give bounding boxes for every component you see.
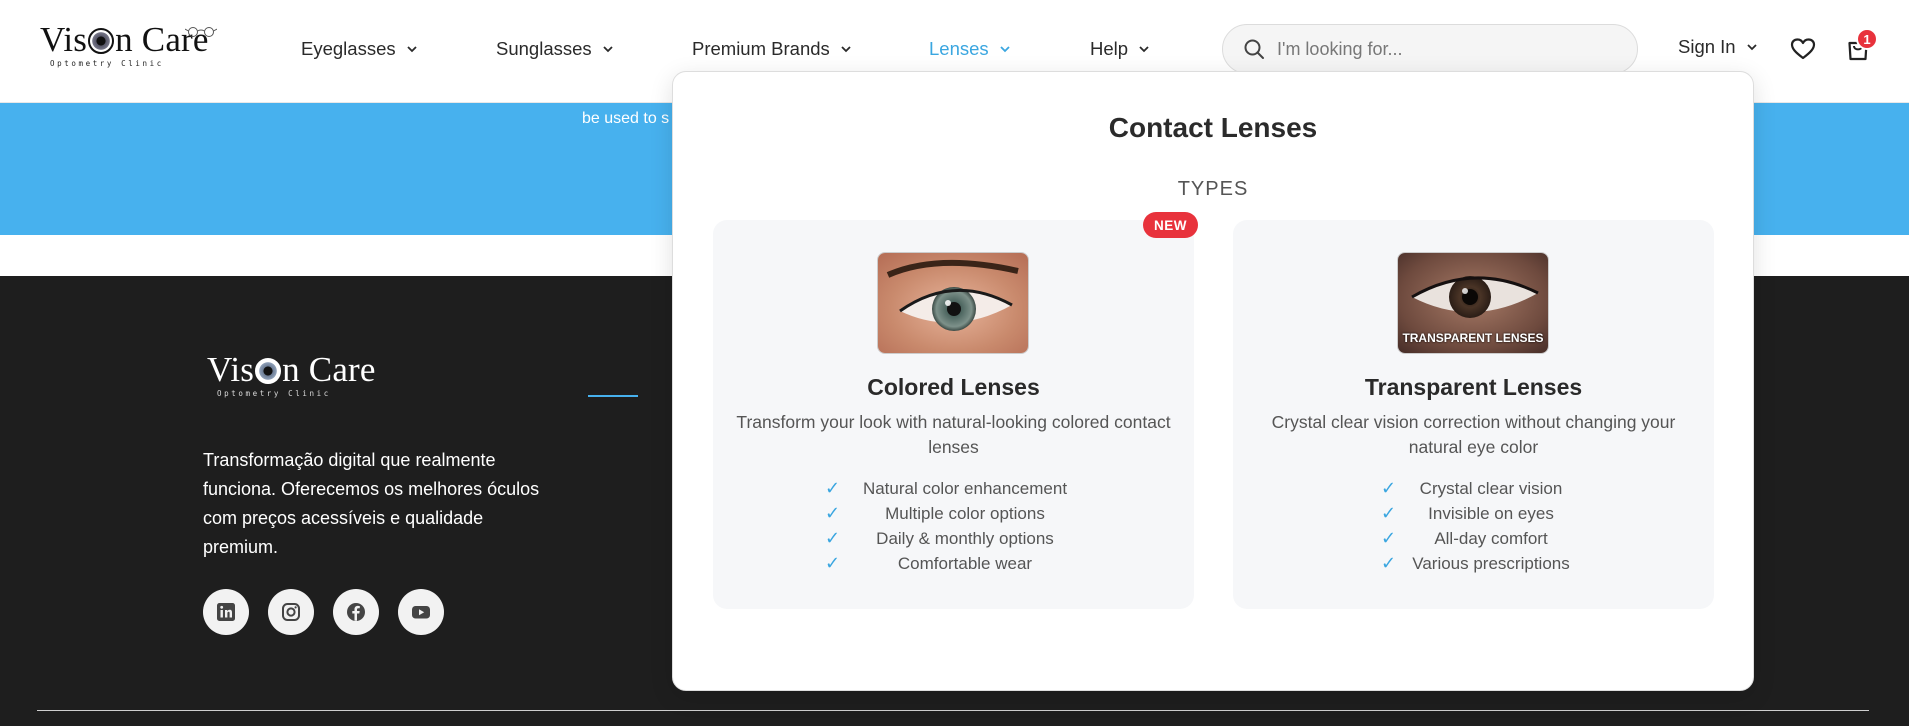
feature-item: ✓ Daily & monthly options [825, 528, 1054, 548]
facebook-button[interactable] [333, 589, 379, 635]
checkmark-icon: ✓ [1381, 528, 1397, 548]
colored-lenses-card[interactable]: Colored Lenses Transform your look with … [713, 220, 1194, 609]
card-title: Transparent Lenses [1364, 374, 1583, 400]
feature-item: ✓ Multiple color options [825, 503, 1045, 523]
brand-tagline: Optometry Clinic [217, 389, 331, 398]
youtube-button[interactable] [398, 589, 444, 635]
nav-sunglasses-label: Sunglasses [496, 38, 592, 59]
sign-in-label: Sign In [1678, 36, 1736, 57]
new-badge: NEW [1143, 212, 1198, 238]
card-description: Crystal clear vision correction without … [1271, 412, 1676, 457]
nav-premium-brands-label: Premium Brands [692, 38, 830, 59]
facebook-icon [347, 603, 365, 621]
checkmark-icon: ✓ [825, 503, 841, 523]
footer-divider [37, 710, 1869, 711]
transparent-lens-image: TRANSPARENT LENSES [1397, 252, 1549, 354]
feature-item: ✓ Various prescriptions [1381, 553, 1570, 573]
nav-premium-brands[interactable]: Premium Brands [692, 36, 852, 62]
card-title: Colored Lenses [867, 374, 1040, 400]
dropdown-subtitle: TYPES [1177, 178, 1249, 200]
footer-logo[interactable]: Vis n Care Optometry Clinic [207, 352, 376, 398]
transparent-lenses-card[interactable]: TRANSPARENT LENSES Transparent Lenses Cr… [1233, 220, 1714, 609]
cart-count-badge: 1 [1856, 28, 1878, 50]
checkmark-icon: ✓ [825, 478, 841, 498]
hero-text-line: be used to s [582, 110, 670, 127]
feature-item: ✓ Crystal clear vision [1381, 478, 1563, 498]
lenses-dropdown-menu: Contact Lenses TYPES Colored Lenses Tran… [672, 71, 1754, 691]
nav-sunglasses[interactable]: Sunglasses [496, 36, 614, 62]
chevron-down-icon [1000, 46, 1010, 53]
brand-name: Vis n Care [207, 350, 376, 389]
search-input[interactable] [1277, 38, 1617, 60]
feature-item: ✓ All-day comfort [1381, 528, 1548, 548]
chevron-down-icon [841, 46, 851, 53]
nav-lenses[interactable]: Lenses [929, 36, 1011, 62]
nav-eyeglasses[interactable]: Eyeglasses [301, 36, 418, 62]
checkmark-icon: ✓ [825, 528, 841, 548]
search-bar [1222, 24, 1638, 74]
nav-eyeglasses-label: Eyeglasses [301, 38, 396, 59]
image-label: TRANSPARENT LENSES [1402, 331, 1544, 345]
feature-item: ✓ Natural color enhancement [825, 478, 1068, 498]
nav-lenses-label: Lenses [929, 38, 989, 59]
nav-help[interactable]: Help [1090, 36, 1150, 62]
checkmark-icon: ✓ [1381, 503, 1397, 523]
chevron-down-icon [1139, 46, 1149, 53]
card-description: Transform your look with natural-looking… [736, 412, 1171, 457]
chevron-down-icon [603, 46, 613, 53]
instagram-button[interactable] [268, 589, 314, 635]
linkedin-icon [217, 603, 235, 621]
eye-icon [88, 28, 115, 54]
sign-in-button[interactable]: Sign In [1678, 36, 1758, 58]
instagram-icon [282, 603, 300, 621]
brand-tagline: Optometry Clinic [50, 59, 164, 68]
search-icon[interactable] [1243, 38, 1265, 60]
footer-accent-line [588, 395, 638, 397]
eye-icon [255, 358, 282, 384]
checkmark-icon: ✓ [1381, 553, 1397, 573]
feature-item: ✓ Comfortable wear [825, 553, 1033, 573]
dropdown-title: Contact Lenses [1108, 112, 1318, 143]
checkmark-icon: ✓ [825, 553, 841, 573]
glasses-icon [185, 27, 217, 37]
youtube-icon [412, 606, 430, 619]
feature-list: ✓ Crystal clear vision ✓ Invisible on eyes… [1381, 476, 1581, 576]
feature-list: ✓ Natural color enhancement ✓ Multiple col… [825, 476, 1085, 576]
nav-help-label: Help [1090, 38, 1129, 59]
chevron-down-icon [406, 46, 417, 53]
brand-logo[interactable]: Vis n Care Optometry Clinic [40, 22, 220, 74]
feature-item: ✓ Invisible on eyes [1381, 503, 1554, 523]
heart-icon[interactable] [1790, 37, 1816, 61]
footer-description: Transformação digital que realmente func… [203, 450, 540, 557]
linkedin-button[interactable] [203, 589, 249, 635]
checkmark-icon: ✓ [1381, 478, 1397, 498]
chevron-down-icon [1746, 44, 1757, 51]
colored-lens-image [877, 252, 1029, 354]
